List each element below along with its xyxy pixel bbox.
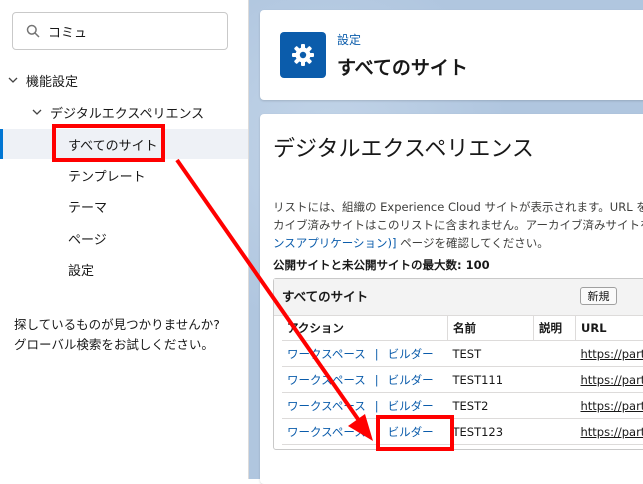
tree-item-label: すべてのサイト xyxy=(68,135,158,154)
no-results-line: 探しているものが見つかりませんか? xyxy=(14,315,244,335)
table-header-row: アクション 名前 説明 URL xyxy=(282,315,643,341)
action-separator: | xyxy=(375,373,379,387)
no-results-hint: 探しているものが見つかりませんか? グローバル検索をお試しください。 xyxy=(14,315,244,355)
description-link[interactable]: ンスアプリケーション)] xyxy=(273,236,397,250)
site-name: TEST2 xyxy=(448,393,534,419)
table-row: ワークスペース | ビルダー TEST2 https://part xyxy=(282,393,643,419)
site-description xyxy=(534,419,576,445)
description-line: ンスアプリケーション)] ページを確認してください。 xyxy=(273,234,643,252)
action-separator: | xyxy=(375,347,379,361)
breadcrumb[interactable]: 設定 xyxy=(337,31,361,48)
workspace-link[interactable]: ワークスペース xyxy=(287,399,366,413)
tree-item-digital-experiences[interactable]: デジタルエクスペリエンス xyxy=(0,97,248,127)
main-area: 設定 すべてのサイト デジタルエクスペリエンス リストには、組織の Experi… xyxy=(249,0,643,479)
builder-link[interactable]: ビルダー xyxy=(388,373,434,387)
table-row: ワークスペース | ビルダー TEST111 https://part xyxy=(282,367,643,393)
tree-item-all-sites[interactable]: すべてのサイト xyxy=(0,129,248,159)
site-description xyxy=(534,367,576,393)
new-site-button[interactable]: 新規 xyxy=(580,287,617,305)
site-url-cell: https://part xyxy=(576,367,643,393)
builder-link[interactable]: ビルダー xyxy=(388,399,434,413)
tree-item-label: 機能設定 xyxy=(26,71,78,90)
gear-icon xyxy=(291,43,315,67)
column-header-action: アクション xyxy=(282,315,448,341)
site-url-cell: https://part xyxy=(576,341,643,367)
tree-item-pages[interactable]: ページ xyxy=(0,223,248,253)
tree-item-label: 設定 xyxy=(68,260,94,279)
site-name: TEST xyxy=(448,341,534,367)
quick-find-input[interactable] xyxy=(48,24,208,39)
chevron-down-icon xyxy=(8,75,18,85)
action-separator: | xyxy=(375,399,379,413)
tree-item-templates[interactable]: テンプレート xyxy=(0,160,248,190)
tree-item-themes[interactable]: テーマ xyxy=(0,191,248,221)
site-description xyxy=(534,393,576,419)
workspace-link[interactable]: ワークスペース xyxy=(287,425,366,439)
table-row: ワークスペース | ビルダー TEST https://part xyxy=(282,341,643,367)
column-header-url: URL xyxy=(576,315,643,341)
workspace-link[interactable]: ワークスペース xyxy=(287,347,366,361)
sites-table: アクション 名前 説明 URL ワークスペース | ビルダー TEST https:… xyxy=(282,315,643,445)
description-line: リストには、組織の Experience Cloud サイトが表示されます。UR… xyxy=(273,198,643,216)
content-card: デジタルエクスペリエンス リストには、組織の Experience Cloud … xyxy=(260,114,643,484)
column-header-description: 説明 xyxy=(534,315,576,341)
all-sites-panel: すべてのサイト 新規 アクション 名前 説明 URL ワークスペース | ビルダー … xyxy=(273,278,643,450)
site-url-link[interactable]: https://part xyxy=(581,425,643,439)
builder-link[interactable]: ビルダー xyxy=(388,347,434,361)
description-text: ページを確認してください。 xyxy=(397,236,549,250)
column-header-name: 名前 xyxy=(448,315,534,341)
action-cell: ワークスペース | ビルダー xyxy=(282,341,448,367)
no-results-line: グローバル検索をお試しください。 xyxy=(14,335,244,355)
search-icon xyxy=(26,24,40,38)
site-url-link[interactable]: https://part xyxy=(581,373,643,387)
page-header: 設定 すべてのサイト xyxy=(260,10,643,100)
workspace-link[interactable]: ワークスペース xyxy=(287,373,366,387)
table-row: ワークスペース | ビルダー TEST123 https://part xyxy=(282,419,643,445)
panel-title: すべてのサイト xyxy=(282,286,368,305)
page-title: すべてのサイト xyxy=(337,53,468,80)
tree-item-label: テンプレート xyxy=(68,166,146,185)
builder-link[interactable]: ビルダー xyxy=(388,425,434,439)
setup-icon-box xyxy=(280,32,326,78)
action-separator: | xyxy=(375,425,379,439)
site-name: TEST111 xyxy=(448,367,534,393)
tree-item-label: デジタルエクスペリエンス xyxy=(50,103,204,122)
content-title: デジタルエクスペリエンス xyxy=(273,131,534,163)
site-url-link[interactable]: https://part xyxy=(581,347,643,361)
panel-header: すべてのサイト 新規 xyxy=(274,279,643,316)
tree-item-label: ページ xyxy=(68,229,107,248)
chevron-down-icon xyxy=(32,107,42,117)
setup-sidebar: 機能設定 デジタルエクスペリエンス すべてのサイト テンプレート テーマ ページ… xyxy=(0,0,249,479)
max-sites-label: 公開サイトと未公開サイトの最大数: 100 xyxy=(273,257,490,273)
description: リストには、組織の Experience Cloud サイトが表示されます。UR… xyxy=(273,198,643,252)
description-line: カイブ済みサイトはこのリストに含まれません。アーカイブ済みサイトを xyxy=(273,216,643,234)
action-cell: ワークスペース | ビルダー xyxy=(282,419,448,445)
tree-item-label: テーマ xyxy=(68,197,107,216)
quick-find-search[interactable] xyxy=(12,12,228,50)
site-url-cell: https://part xyxy=(576,393,643,419)
action-cell: ワークスペース | ビルダー xyxy=(282,367,448,393)
site-description xyxy=(534,341,576,367)
site-url-cell: https://part xyxy=(576,419,643,445)
tree-item-feature-settings[interactable]: 機能設定 xyxy=(0,65,248,95)
site-url-link[interactable]: https://part xyxy=(581,399,643,413)
tree-item-settings[interactable]: 設定 xyxy=(0,254,248,284)
site-name: TEST123 xyxy=(448,419,534,445)
action-cell: ワークスペース | ビルダー xyxy=(282,393,448,419)
